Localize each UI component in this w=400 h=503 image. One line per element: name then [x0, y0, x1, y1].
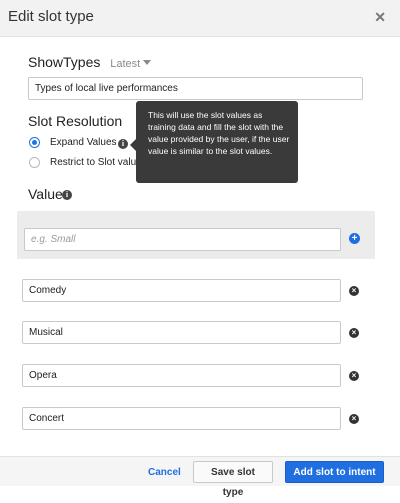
expand-values-tooltip: This will use the slot values as trainin…	[130, 101, 298, 183]
add-slot-to-intent-button[interactable]: Add slot to intent	[285, 461, 384, 483]
dialog-footer: Cancel Save slot type Add slot to intent	[0, 456, 400, 498]
cancel-button[interactable]: Cancel	[142, 462, 186, 484]
version-label: Latest	[110, 58, 141, 70]
value-input-musical[interactable]	[22, 321, 341, 344]
value-input-comedy[interactable]	[22, 279, 341, 302]
value-title: Value	[28, 186, 63, 202]
info-icon[interactable]: i	[118, 139, 128, 149]
chevron-down-icon	[143, 60, 152, 65]
dialog-title: Edit slot type	[8, 8, 94, 25]
dialog-header: Edit slot type ✕	[0, 0, 400, 37]
new-value-input[interactable]	[24, 228, 341, 251]
radio-expand-values[interactable]	[29, 137, 40, 148]
value-title-row: Value	[28, 186, 63, 202]
radio-expand-values-label: Expand Values	[50, 137, 117, 148]
remove-value-icon[interactable]: ×	[349, 371, 359, 381]
slot-resolution-title: Slot Resolution	[28, 113, 123, 129]
version-dropdown[interactable]: Latest	[110, 58, 152, 70]
radio-restrict-values[interactable]	[29, 157, 40, 168]
remove-value-icon[interactable]: ×	[349, 414, 359, 424]
save-slot-type-button[interactable]: Save slot type	[193, 461, 273, 498]
value-input-concert[interactable]	[22, 407, 341, 430]
remove-value-icon[interactable]: ×	[349, 286, 359, 296]
slot-type-name: ShowTypes	[28, 54, 101, 70]
close-icon[interactable]: ✕	[374, 9, 386, 26]
radio-restrict-values-label: Restrict to Slot values	[50, 157, 136, 168]
value-input-opera[interactable]	[22, 364, 341, 387]
add-value-plus-icon[interactable]: +	[349, 233, 360, 244]
slot-type-name-row: ShowTypes Latest	[28, 54, 152, 70]
value-info-icon[interactable]: i	[62, 190, 72, 200]
description-input[interactable]	[28, 77, 363, 100]
remove-value-icon[interactable]: ×	[349, 328, 359, 338]
